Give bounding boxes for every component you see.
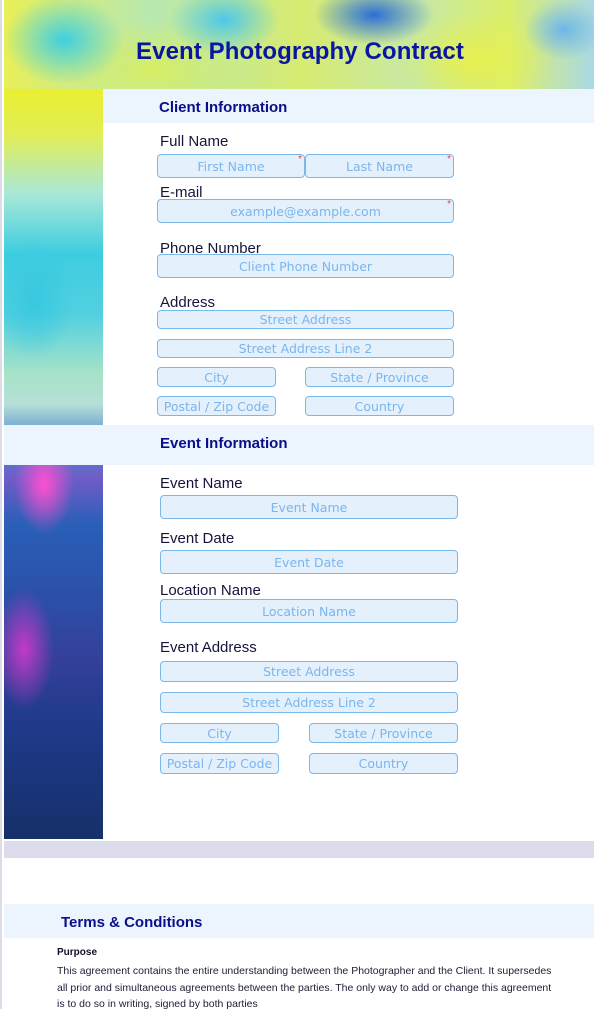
placeholder: State / Province [334, 725, 433, 741]
placeholder: City [204, 369, 229, 385]
last-name-placeholder: Last Name [346, 158, 413, 174]
form-page: Event Photography Contract Client Inform… [0, 0, 594, 1010]
client-postal-input[interactable]: Postal / Zip Code [157, 396, 276, 416]
event-state-input[interactable]: State / Province [309, 723, 458, 743]
full-name-label: Full Name [160, 133, 229, 150]
event-city-input[interactable]: City [160, 723, 279, 743]
required-asterisk: * [298, 154, 302, 165]
placeholder: Street Address [259, 312, 352, 327]
first-name-placeholder: First Name [197, 158, 265, 174]
event-address-label: Event Address [160, 639, 257, 656]
event-date-input[interactable]: Event Date [160, 550, 458, 574]
placeholder: Location Name [262, 603, 356, 619]
first-name-input[interactable]: First Name * [157, 154, 305, 178]
placeholder: State / Province [330, 369, 429, 385]
header-banner-image: Event Photography Contract [4, 0, 594, 89]
placeholder: Street Address [263, 664, 355, 679]
purpose-text: This agreement contains the entire under… [57, 965, 552, 1010]
section-title: Client Information [159, 99, 288, 116]
required-asterisk: * [447, 199, 451, 210]
section-title: Event Information [160, 435, 288, 452]
placeholder: Street Address Line 2 [238, 341, 373, 356]
location-name-input[interactable]: Location Name [160, 599, 458, 623]
terms-header: Terms & Conditions [4, 904, 594, 938]
event-information-header: Event Information [4, 425, 594, 465]
last-name-input[interactable]: Last Name * [305, 154, 454, 178]
event-country-input[interactable]: Country [309, 753, 458, 774]
event-street-address-input[interactable]: Street Address [160, 661, 458, 682]
email-input[interactable]: example@example.com * [157, 199, 454, 223]
placeholder: Postal / Zip Code [163, 398, 270, 414]
placeholder: City [207, 725, 232, 741]
event-postal-input[interactable]: Postal / Zip Code [160, 753, 279, 774]
phone-input[interactable]: Client Phone Number [157, 254, 454, 278]
phone-placeholder: Client Phone Number [238, 258, 373, 274]
section-title: Terms & Conditions [61, 914, 203, 931]
address-label: Address [160, 294, 216, 311]
page-title: Event Photography Contract [136, 38, 464, 65]
placeholder: Postal / Zip Code [166, 756, 273, 771]
event-date-label: Event Date [160, 530, 235, 547]
purpose-heading: Purpose [57, 947, 98, 958]
client-city-input[interactable]: City [157, 367, 276, 387]
placeholder: Event Date [274, 554, 344, 570]
client-information-header: Client Information [103, 89, 594, 123]
event-street-address-line2-input[interactable]: Street Address Line 2 [160, 692, 458, 713]
client-street-address-line2-input[interactable]: Street Address Line 2 [157, 339, 454, 358]
client-country-input[interactable]: Country [305, 396, 454, 416]
event-name-input[interactable]: Event Name [160, 495, 458, 519]
email-placeholder: example@example.com [230, 203, 381, 219]
placeholder: Event Name [270, 499, 348, 515]
client-street-address-input[interactable]: Street Address [157, 310, 454, 329]
page-divider [4, 841, 594, 858]
location-name-label: Location Name [160, 582, 261, 599]
placeholder: Street Address Line 2 [242, 695, 376, 710]
client-state-input[interactable]: State / Province [305, 367, 454, 387]
required-asterisk: * [447, 154, 451, 165]
event-name-label: Event Name [160, 475, 243, 492]
placeholder: Country [354, 398, 405, 414]
placeholder: Country [358, 756, 409, 771]
